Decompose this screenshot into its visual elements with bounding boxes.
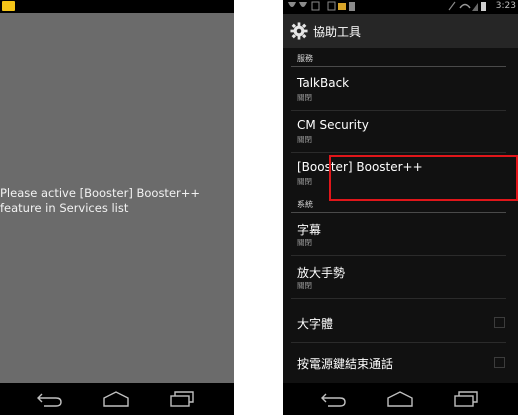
item-title: 字幕 [297,223,322,237]
notification-icons [288,1,320,11]
item-title: 放大手勢 [297,266,346,280]
divider [291,152,506,153]
activation-message: Please active [Booster] Booster++ featur… [0,186,230,216]
divider [291,298,506,299]
status-bar: 3:23 [283,0,518,14]
signal-wifi-battery-icons [448,1,486,11]
item-title: [Booster] Booster++ [297,160,423,174]
section-divider [291,66,506,67]
list-item-cm-security[interactable]: CM Security 關閉 [283,118,505,152]
accessibility-settings-list: 服務 TalkBack 關閉 CM Security 關閉 [Booster] … [283,48,518,383]
status-bar [0,0,234,13]
divider [291,110,506,111]
clock: 3:23 [495,1,516,11]
navigation-bar [283,383,518,415]
recent-apps-icon[interactable] [168,390,196,408]
section-header-services: 服務 [297,54,313,63]
back-icon[interactable] [36,390,64,408]
large-text-checkbox[interactable] [494,317,505,328]
action-bar: 協助工具 [283,14,518,48]
list-item-large-text[interactable]: 大字體 [283,313,505,337]
message-line-1: Please active [Booster] Booster++ [0,186,201,200]
message-line-2: feature in Services list [0,201,129,215]
list-item-magnification-gestures[interactable]: 放大手勢 關閉 [283,264,505,298]
item-title: TalkBack [297,76,350,90]
gear-icon[interactable] [290,22,308,40]
power-button-ends-call-checkbox[interactable] [494,357,505,368]
home-icon[interactable] [386,390,414,408]
divider [291,255,506,256]
item-status: 關閉 [297,238,312,247]
back-icon[interactable] [320,390,348,408]
item-title: 按電源鍵結束通話 [297,357,394,371]
list-item-talkback[interactable]: TalkBack 關閉 [283,76,505,110]
left-phone-screen: Please active [Booster] Booster++ featur… [0,0,234,415]
section-divider [291,212,506,213]
divider [291,342,506,343]
page-title: 協助工具 [313,25,362,39]
home-icon[interactable] [102,390,130,408]
list-item-power-button-ends-call[interactable]: 按電源鍵結束通話 [283,353,505,377]
navigation-bar [0,383,234,415]
list-item-captions[interactable]: 字幕 關閉 [283,221,505,255]
section-header-system: 系統 [297,200,313,209]
item-status: 關閉 [297,177,312,186]
item-title: CM Security [297,118,369,132]
item-status: 關閉 [297,281,312,290]
item-status: 關閉 [297,93,312,102]
item-status: 關閉 [297,135,312,144]
recent-apps-icon[interactable] [452,390,480,408]
list-item-booster[interactable]: [Booster] Booster++ 關閉 [283,160,505,186]
status-notification-icons [327,1,355,11]
notification-icon [2,1,15,11]
item-title: 大字體 [297,317,334,331]
right-phone-screen: 3:23 協助工具 服務 TalkBack 關閉 CM Security 關閉 … [283,0,518,415]
